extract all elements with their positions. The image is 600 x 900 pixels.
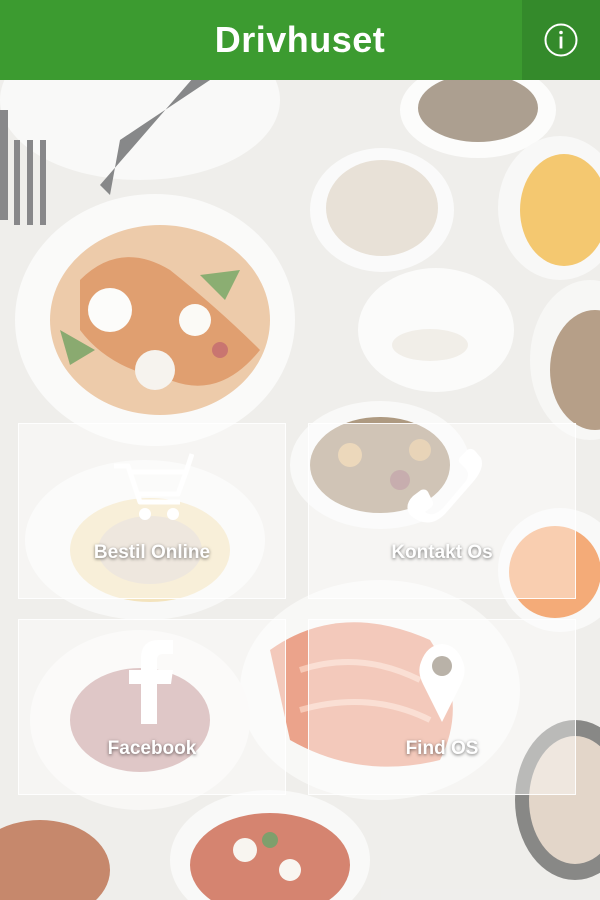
find-us-label: Find OS — [405, 738, 479, 759]
find-us-tile[interactable]: Find OS — [308, 619, 576, 795]
facebook-icon — [129, 640, 173, 724]
app-title: Drivhuset — [214, 19, 386, 60]
contact-label: Kontakt Os — [391, 542, 493, 563]
map-pin-icon — [419, 644, 465, 722]
info-button[interactable] — [522, 0, 600, 80]
info-circle-icon — [544, 23, 578, 57]
order-online-label: Bestil Online — [93, 542, 211, 563]
app-header: Drivhuset — [0, 0, 600, 80]
facebook-label: Facebook — [107, 738, 197, 759]
phone-icon — [407, 448, 482, 523]
facebook-tile[interactable]: Facebook — [18, 619, 286, 795]
contact-tile[interactable]: Kontakt Os — [308, 423, 576, 599]
order-online-tile[interactable]: Bestil Online — [18, 423, 286, 599]
shopping-cart-icon — [114, 453, 194, 520]
